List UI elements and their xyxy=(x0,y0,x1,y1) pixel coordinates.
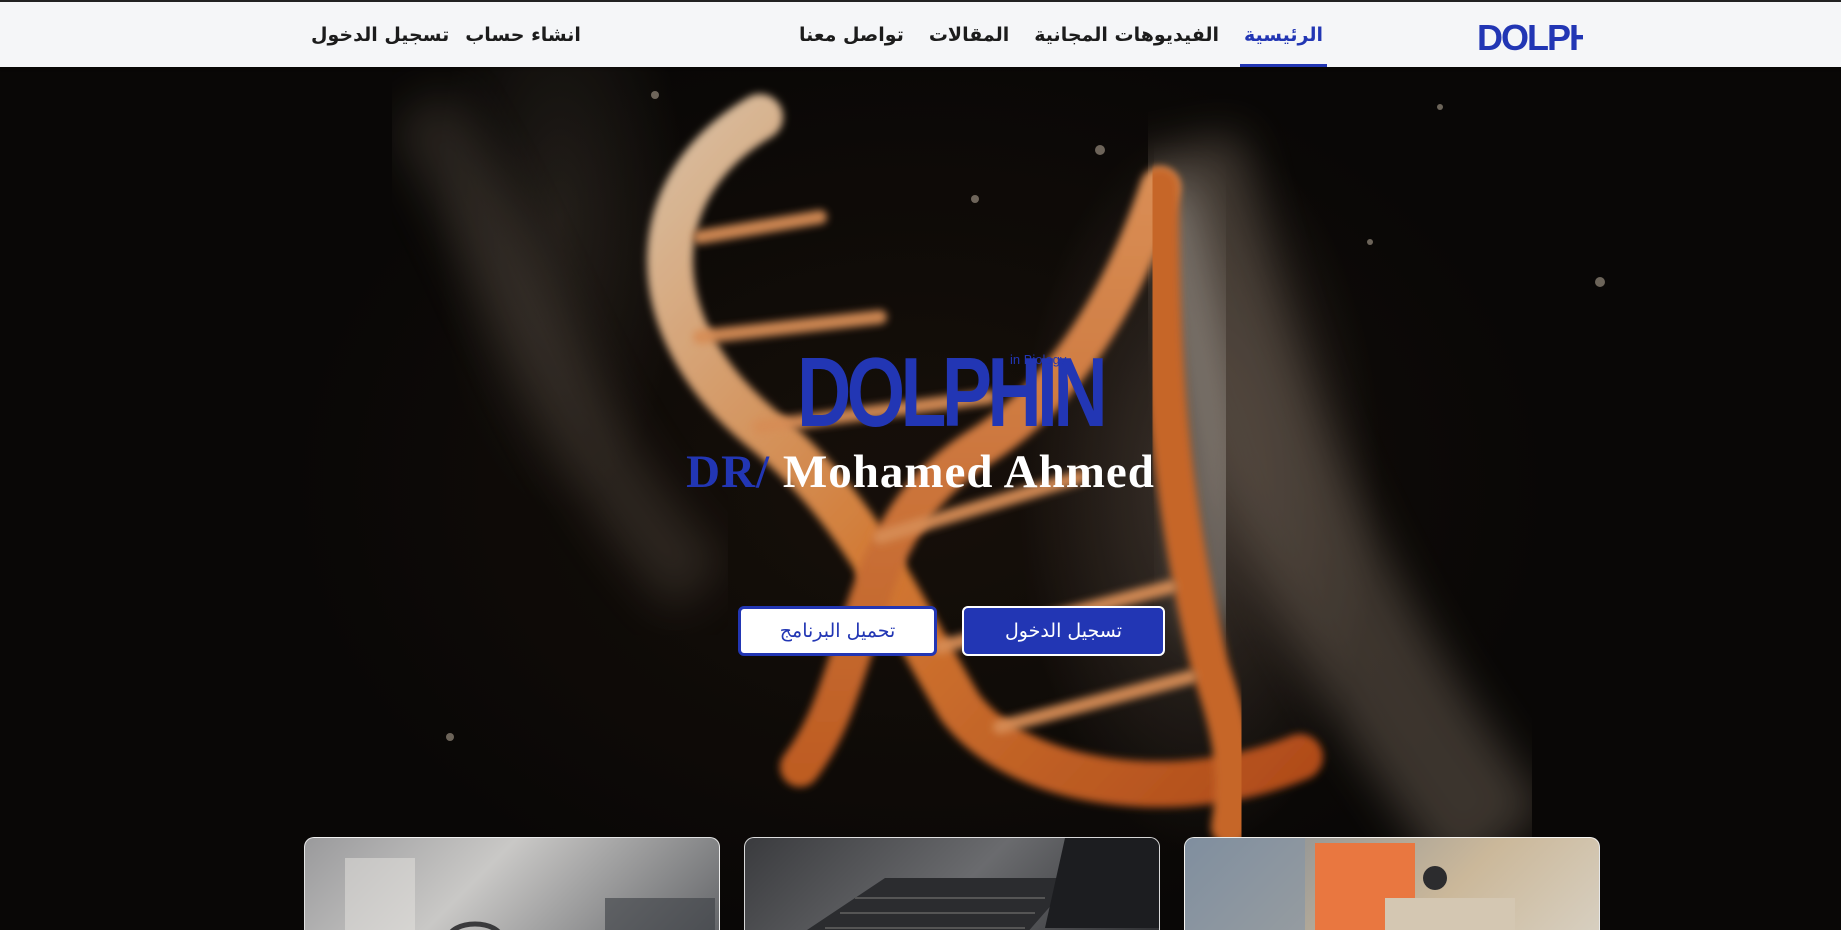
nav-item-articles[interactable]: المقالات xyxy=(925,2,1013,67)
signup-link[interactable]: انشاء حساب xyxy=(465,24,581,46)
brand-logo[interactable]: DOLPHIN xyxy=(1477,18,1583,54)
main-nav: الرئيسية الفيديوهات المجانية المقالات تو… xyxy=(795,2,1327,67)
dolphin-hero-logo-icon: DOLPHIN in Biology xyxy=(797,337,1105,434)
auth-links: انشاء حساب تسجيل الدخول xyxy=(311,2,581,67)
brand-logo-text: DOLPHIN xyxy=(1477,18,1583,54)
desk-lamp-photo xyxy=(1185,838,1515,930)
hero-title-name: Mohamed Ahmed xyxy=(770,446,1155,498)
hero-title-prefix: DR/ xyxy=(686,446,771,498)
nav-item-home[interactable]: الرئيسية xyxy=(1240,2,1327,67)
dolphin-logo-icon: DOLPHIN xyxy=(1477,18,1583,54)
feature-card-desk-lamp[interactable] xyxy=(1184,837,1600,930)
laptop-photo xyxy=(807,838,1159,930)
hero-title: DR/ Mohamed Ahmed xyxy=(0,445,1841,499)
hero-logo-tagline: in Biology xyxy=(1010,352,1067,367)
download-app-button[interactable]: تحميل البرنامج xyxy=(738,606,937,656)
feature-card-workspace[interactable] xyxy=(304,837,720,930)
feature-card-laptop[interactable] xyxy=(744,837,1160,930)
workspace-photo xyxy=(345,858,715,930)
top-navbar: DOLPHIN الرئيسية الفيديوهات المجانية الم… xyxy=(0,0,1841,67)
hero-section: DOLPHIN in Biology DR/ Mohamed Ahmed تسج… xyxy=(0,67,1841,930)
nav-item-contact[interactable]: تواصل معنا xyxy=(795,2,908,67)
nav-item-free-videos[interactable]: الفيديوهات المجانية xyxy=(1030,2,1223,67)
hero-login-button[interactable]: تسجيل الدخول xyxy=(962,606,1165,656)
login-link[interactable]: تسجيل الدخول xyxy=(311,24,449,46)
